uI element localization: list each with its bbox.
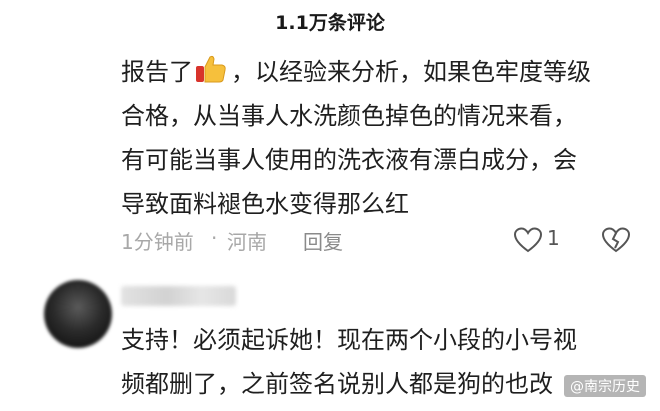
- watermark: @南宗历史: [564, 375, 646, 397]
- username-blurred: [121, 286, 236, 306]
- comment-1-text-line3: 有可能当事人使用的洗衣液有漂白成分，会: [121, 146, 577, 174]
- comment-2-text-line1: 支持！必须起诉她！现在两个小段的小号视: [121, 326, 577, 354]
- thumbs-up-emoji-icon: [196, 55, 226, 83]
- comment-1-meta: 1分钟前 · 河南 回复 1: [121, 226, 641, 254]
- reply-button[interactable]: 回复: [303, 226, 343, 255]
- comment-time: 1分钟前: [121, 230, 194, 254]
- comment-1-text-start: 报告了: [121, 58, 193, 86]
- comment-1-text-line4: 导致面料褪色水变得那么红: [121, 190, 409, 218]
- broken-heart-icon[interactable]: [601, 226, 631, 254]
- comment-1: 报告了 ，以经验来分析，如果色牢度等级 合格，从当事人水洗颜色掉色的情况来看， …: [121, 50, 641, 226]
- meta-separator: ·: [211, 226, 218, 250]
- comments-count-title: 1.1万条评论: [275, 12, 385, 34]
- like-count: 1: [547, 226, 560, 250]
- avatar[interactable]: [44, 280, 112, 348]
- comment-1-text-line2: 合格，从当事人水洗颜色掉色的情况来看，: [121, 102, 577, 130]
- heart-icon: [513, 227, 543, 253]
- comment-1-text-line1: ，以经验来分析，如果色牢度等级: [231, 58, 591, 86]
- comment-1-text: 报告了 ，以经验来分析，如果色牢度等级 合格，从当事人水洗颜色掉色的情况来看， …: [121, 50, 641, 226]
- comment-location: 河南: [227, 230, 267, 254]
